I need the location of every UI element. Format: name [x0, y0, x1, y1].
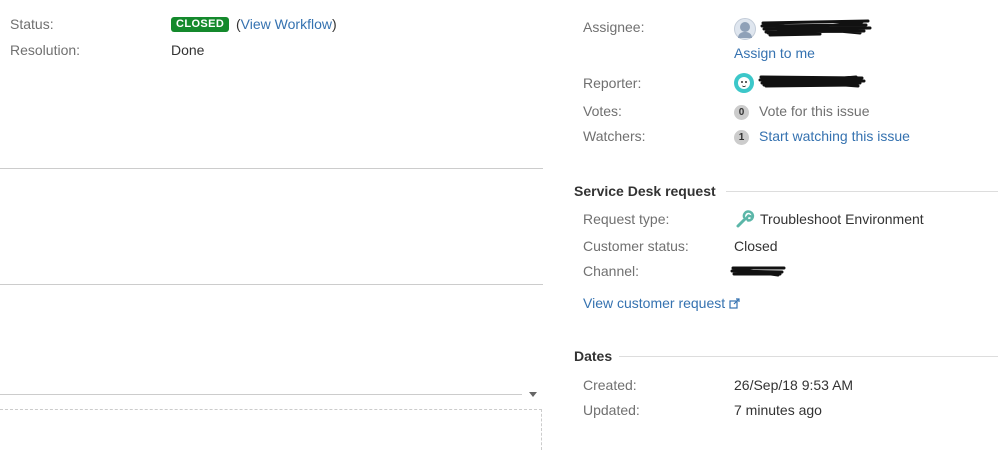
section-rule [726, 191, 998, 192]
divider [0, 168, 543, 169]
votes-count-badge: 0 [734, 105, 749, 120]
reporter-avatar [734, 73, 754, 93]
view-customer-request-link[interactable]: View customer request [583, 295, 740, 311]
status-label: Status: [10, 16, 54, 32]
customer-status-value: Closed [734, 238, 778, 254]
updated-label: Updated: [583, 402, 640, 418]
service-desk-heading[interactable]: Service Desk request [574, 183, 716, 199]
request-type-value: Troubleshoot Environment [760, 211, 924, 227]
divider [0, 284, 543, 285]
assignee-avatar [734, 18, 756, 40]
redacted-name [760, 19, 872, 37]
redacted-channel [730, 266, 786, 277]
resolution-value: Done [171, 42, 205, 58]
created-label: Created: [583, 377, 637, 393]
channel-label: Channel: [583, 263, 640, 279]
people-heading-edge [574, 0, 624, 4]
votes-label: Votes: [583, 103, 622, 119]
start-watching-link[interactable]: Start watching this issue [759, 128, 910, 144]
wrench-icon [736, 210, 755, 228]
created-value: 26/Sep/18 9:53 AM [734, 377, 854, 393]
view-workflow-link[interactable]: View Workflow [241, 16, 332, 32]
updated-value: 7 minutes ago [734, 402, 822, 418]
assignee-label: Assignee: [583, 19, 645, 35]
customer-status-label: Customer status: [583, 238, 689, 254]
reporter-label: Reporter: [583, 75, 642, 91]
watchers-label: Watchers: [583, 128, 646, 144]
status-lozenge: CLOSED [171, 17, 230, 32]
redacted-name [758, 75, 866, 88]
vote-text: Vote for this issue [759, 103, 870, 119]
comment-area[interactable] [0, 409, 542, 450]
request-type-label: Request type: [583, 211, 670, 227]
divider [0, 394, 522, 395]
close-paren: ) [331, 16, 337, 32]
resolution-label: Resolution: [10, 42, 81, 58]
dates-heading[interactable]: Dates [574, 348, 612, 364]
view-customer-request-text: View customer request [583, 295, 726, 311]
watchers-count-badge: 1 [734, 130, 749, 145]
view-workflow: (View Workflow) [236, 16, 337, 32]
section-rule [619, 356, 998, 357]
dropdown-caret-icon[interactable] [529, 392, 537, 397]
external-link-icon [729, 298, 740, 309]
assign-to-me-link[interactable]: Assign to me [734, 45, 815, 61]
